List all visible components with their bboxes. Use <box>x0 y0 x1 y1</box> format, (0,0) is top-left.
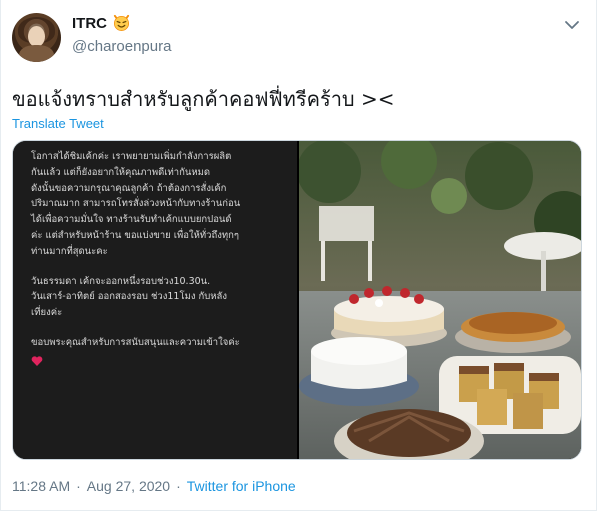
meta-separator: · <box>176 478 181 494</box>
notice-paragraph: โอกาสได้ชิมเค้กค่ะ เราพยายามเพิ่มกำลังกา… <box>31 151 241 257</box>
tweet-source-link[interactable]: Twitter for iPhone <box>187 478 296 494</box>
tweet-time[interactable]: 11:28 AM <box>12 478 70 494</box>
tweet-meta: 11:28 AM · Aug 27, 2020 · Twitter for iPhone <box>12 478 296 494</box>
translate-tweet-link[interactable]: Translate Tweet <box>12 116 104 131</box>
avatar[interactable] <box>12 13 61 62</box>
cakes-photo[interactable] <box>299 141 582 460</box>
notice-image[interactable]: โอกาสได้ชิมเค้กค่ะ เราพยายามเพิ่มกำลังกา… <box>13 141 297 459</box>
smiling-devil-emoji-icon <box>113 14 130 31</box>
tweet-date[interactable]: Aug 27, 2020 <box>87 478 170 494</box>
author-name[interactable]: ITRC <box>72 15 107 32</box>
tweet-card: ITRC @charoenpura ขอแจ้งทราบสำหรับลูกค้า… <box>0 0 597 511</box>
meta-separator: · <box>76 478 81 494</box>
tweet-media[interactable]: โอกาสได้ชิมเค้กค่ะ เราพยายามเพิ่มกำลังกา… <box>12 140 582 460</box>
author-handle[interactable]: @charoenpura <box>72 38 171 55</box>
notice-paragraph: วันธรรมดา เค้กจะออกหนึ่งรอบช่วง10.30น. ว… <box>31 275 227 319</box>
chevron-down-icon[interactable] <box>563 18 581 32</box>
tweet-text: ขอแจ้งทราบสำหรับลูกค้าคอฟฟี่ทรีคร้าบ >< <box>12 87 395 111</box>
red-heart-icon <box>31 356 43 366</box>
notice-paragraph: ขอบพระคุณสำหรับการสนับสนุนและความเข้าใจค… <box>31 336 240 348</box>
